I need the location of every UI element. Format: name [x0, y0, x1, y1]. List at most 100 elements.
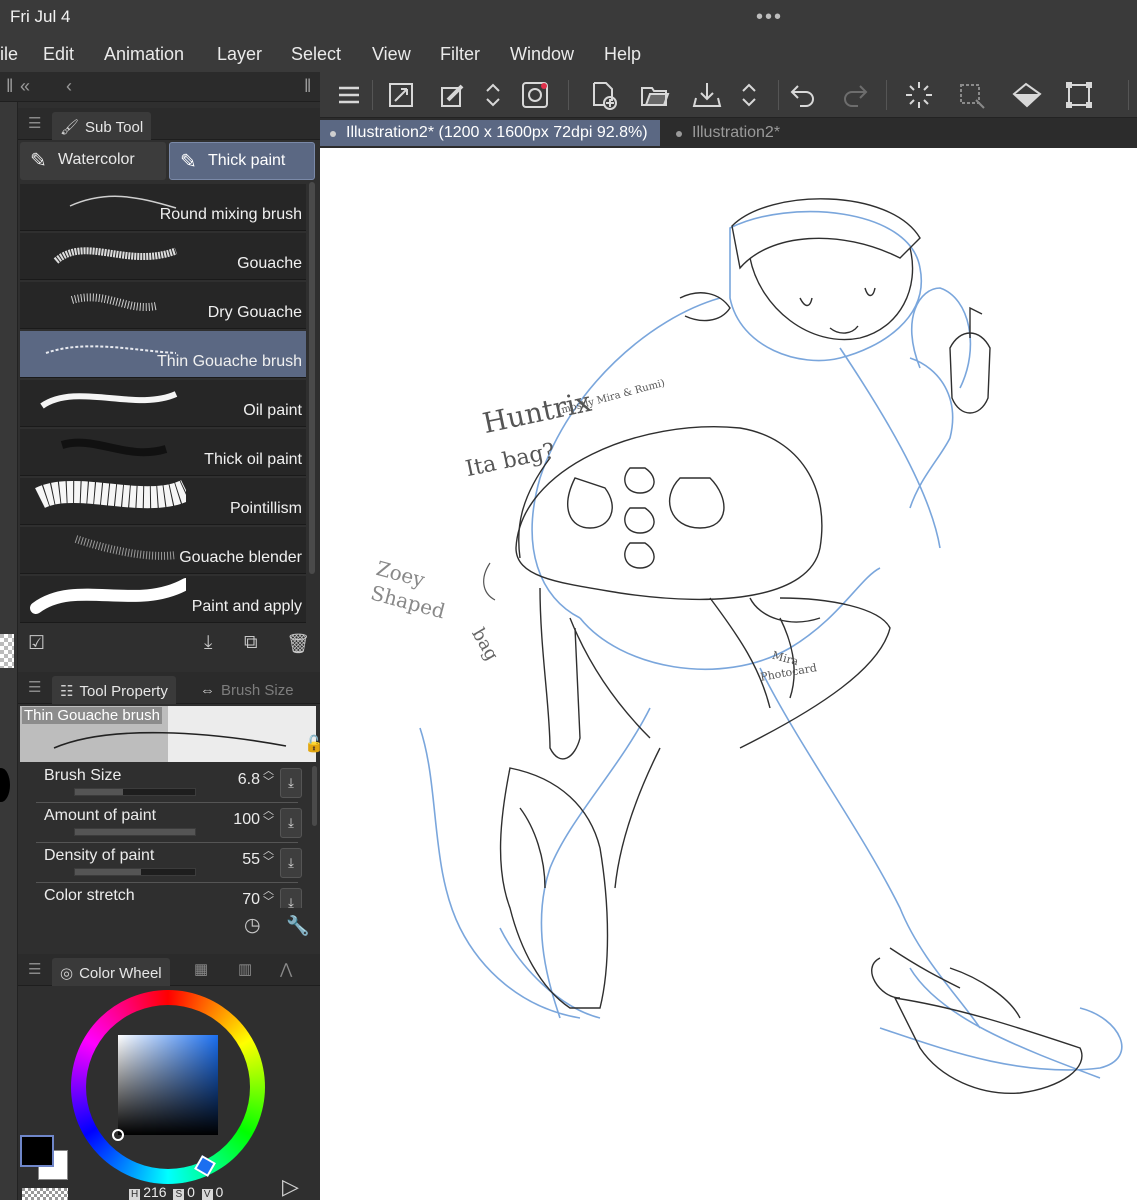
unsaved-dot-icon [330, 131, 336, 137]
menu-icon[interactable] [332, 78, 366, 112]
s-tag: S [173, 1189, 185, 1200]
property-value[interactable]: 55 [242, 851, 260, 869]
edit-icon[interactable] [436, 78, 470, 112]
drawing-canvas[interactable]: Huntrix (mostly Mira & Rumi) Ita bag? Zo… [320, 148, 1137, 1200]
brush-item[interactable]: Dry Gouache [20, 282, 306, 329]
group-tab-watercolor[interactable]: ✎ Watercolor [20, 142, 166, 180]
tab-illustration-second[interactable]: Illustration2* [666, 120, 806, 146]
timer-icon[interactable]: ◷ [244, 914, 261, 937]
brush-label: Gouache blender [179, 549, 302, 566]
hsv-readout: H 216 S0 V0 [126, 1184, 223, 1200]
group-tab-thick-paint[interactable]: ✎ Thick paint [169, 142, 315, 180]
back-icon[interactable]: ‹ [66, 76, 72, 97]
row-divider [36, 882, 298, 883]
fill-icon[interactable] [1010, 78, 1044, 112]
main-color-swatch[interactable] [20, 1135, 54, 1167]
trash-icon[interactable]: 🗑 [286, 632, 310, 656]
brush-item[interactable]: Thick oil paint [20, 429, 306, 476]
sv-picker-handle[interactable] [112, 1129, 124, 1141]
property-scrollbar[interactable] [312, 766, 317, 826]
pin-icon[interactable]: ⤓ [280, 808, 302, 838]
group-tab-label: Thick paint [208, 152, 286, 169]
panel-navigation: ‖ « ‹ ‖ [0, 72, 320, 102]
menu-filter[interactable]: Filter [440, 44, 480, 65]
intermediate-color-icon[interactable]: ▥ [238, 960, 252, 978]
subtool-header: ☰ 🖌 Sub Tool [18, 108, 320, 140]
tool-property-tab[interactable]: ☷ Tool Property [52, 676, 176, 704]
subtool-tab[interactable]: 🖌 Sub Tool [52, 112, 152, 140]
transparent-color-swatch[interactable] [22, 1188, 68, 1200]
stepper-icon[interactable]: ︿ ﹀ [263, 886, 274, 908]
blue-rough-sketch [419, 210, 1123, 1079]
stepper-icon[interactable]: ︿ ﹀ [263, 846, 274, 868]
property-row[interactable]: Color stretch 70 ︿ ﹀ ⤓ [20, 886, 306, 908]
collapse-icon[interactable]: « [20, 76, 30, 97]
watercolor-brush-icon: ✎ [30, 150, 47, 172]
grip-icon[interactable]: ‖ [6, 76, 13, 97]
property-slider-fill [75, 869, 141, 875]
updown-icon[interactable] [476, 78, 510, 112]
property-value[interactable]: 100 [233, 811, 260, 829]
tab-illustration-active[interactable]: Illustration2* (1200 x 1600px 72dpi 92.8… [320, 120, 660, 146]
play-icon[interactable]: ▷ [282, 1174, 299, 1200]
menu-edit[interactable]: Edit [43, 44, 74, 65]
brush-item[interactable]: Oil paint [20, 380, 306, 427]
pin-icon[interactable]: ⤓ [280, 768, 302, 798]
color-wheel-header: ☰ ◎ Color Wheel ▦ ▥ ⋀ [18, 954, 320, 986]
brush-item[interactable]: Thin Gouache brush [20, 331, 306, 378]
import-icon[interactable]: ⤓ [204, 632, 212, 654]
color-set-icon[interactable]: ▦ [194, 960, 208, 978]
menu-select[interactable]: Select [291, 44, 341, 65]
brush-item[interactable]: Gouache blender [20, 527, 306, 574]
property-value[interactable]: 70 [242, 891, 260, 908]
new-icon[interactable] [586, 78, 620, 112]
undo-icon[interactable] [786, 78, 820, 112]
updown-icon[interactable] [732, 78, 766, 112]
stepper-icon[interactable]: ︿ ﹀ [263, 806, 274, 828]
menu-icon[interactable]: ☰ [28, 960, 41, 978]
save-icon[interactable] [690, 78, 724, 112]
select-all-icon[interactable] [902, 78, 936, 112]
menu-help[interactable]: Help [604, 44, 641, 65]
property-slider[interactable] [74, 828, 196, 836]
pin-icon[interactable]: ⤓ [280, 848, 302, 878]
menu-icon[interactable]: ☰ [28, 114, 41, 132]
transform-icon[interactable] [1062, 78, 1096, 112]
deselect-icon[interactable] [954, 78, 988, 112]
brush-item[interactable]: Gouache [20, 233, 306, 280]
redo-icon[interactable] [838, 78, 872, 112]
brush-list-scrollbar[interactable] [309, 182, 315, 574]
menu-layer[interactable]: Layer [217, 44, 262, 65]
record-icon[interactable] [518, 78, 552, 112]
brush-size-tab[interactable]: ⇔ Brush Size [192, 676, 302, 704]
multitask-dots-icon[interactable]: ••• [756, 6, 783, 29]
property-value[interactable]: 6.8 [238, 771, 260, 789]
copy-check-icon[interactable]: ☑ [28, 632, 45, 655]
menu-animation[interactable]: Animation [104, 44, 184, 65]
property-row[interactable]: Brush Size 6.8 ︿ ﹀ ⤓ [20, 766, 306, 806]
fit-icon[interactable] [384, 78, 418, 112]
brush-item[interactable]: Round mixing brush [20, 184, 306, 231]
saturation-value-square[interactable] [118, 1035, 218, 1135]
sliders-icon: ☷ [60, 683, 74, 700]
grip-icon[interactable]: ‖ [304, 76, 311, 97]
pin-icon[interactable]: ⤓ [280, 888, 302, 908]
transparent-swatch[interactable] [0, 634, 14, 668]
property-row[interactable]: Amount of paint 100 ︿ ﹀ ⤓ [20, 806, 306, 846]
wrench-icon[interactable]: 🔧 [286, 914, 310, 938]
brush-item[interactable]: Pointillism [20, 478, 306, 525]
menu-icon[interactable]: ☰ [28, 678, 41, 696]
approximate-color-icon[interactable]: ⋀ [280, 960, 292, 978]
property-row[interactable]: Density of paint 55 ︿ ﹀ ⤓ [20, 846, 306, 886]
stepper-icon[interactable]: ︿ ﹀ [263, 766, 274, 788]
color-wheel-tab[interactable]: ◎ Color Wheel [52, 958, 170, 986]
menu-window[interactable]: Window [510, 44, 574, 65]
open-icon[interactable] [638, 78, 672, 112]
menu-file[interactable]: ile [0, 44, 18, 65]
brush-item[interactable]: Paint and apply [20, 576, 306, 623]
duplicate-icon[interactable]: ⧉ [244, 632, 258, 654]
property-slider[interactable] [74, 868, 196, 876]
property-slider-fill [75, 789, 123, 795]
menu-view[interactable]: View [372, 44, 411, 65]
property-slider[interactable] [74, 788, 196, 796]
